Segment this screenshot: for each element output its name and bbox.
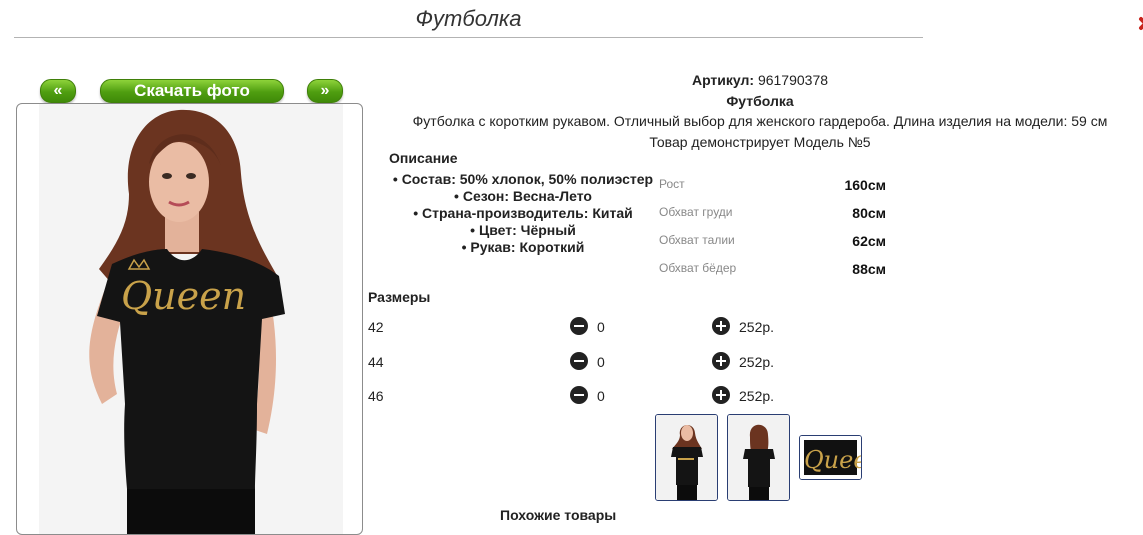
measurement-row: Рост 160см [659, 177, 889, 205]
measurement-label: Обхват талии [659, 233, 735, 247]
next-photo-button[interactable]: » [307, 79, 343, 103]
description-item: Сезон: Весна-Лето [389, 188, 657, 205]
sizes-heading: Размеры [368, 289, 431, 305]
measurement-value: 160см [844, 177, 886, 193]
model-line: Товар демонстрирует Модель №5 [649, 134, 871, 150]
thumbnail-front-image [656, 415, 717, 500]
measurement-value: 80см [852, 205, 886, 221]
model-measurements: Рост 160см Обхват груди 80см Обхват тали… [659, 177, 889, 289]
size-label: 46 [368, 388, 384, 404]
description-item: Цвет: Чёрный [389, 222, 657, 239]
thumbnail-back-image [728, 415, 789, 500]
size-label: 42 [368, 319, 384, 335]
thumbnail-front[interactable] [655, 414, 718, 501]
measurement-label: Обхват бёдер [659, 261, 737, 275]
shirt-print-text: Queen [121, 274, 246, 318]
title-divider [14, 37, 923, 38]
thumbnail-print-closeup[interactable]: Quee [799, 435, 862, 480]
increase-quantity-button[interactable] [712, 317, 730, 335]
article-line: Артикул: 961790378 [380, 72, 1140, 88]
size-row-42: 42 0 252р. [368, 317, 788, 341]
article-label: Артикул: [691, 72, 755, 88]
size-label: 44 [368, 354, 384, 370]
page-title: Футболка [415, 6, 522, 31]
download-photo-button[interactable]: Скачать фото [100, 79, 284, 103]
price-value: 252р. [739, 354, 775, 370]
article-value: 961790378 [757, 72, 829, 88]
quantity-value: 0 [597, 319, 605, 335]
measurement-value: 62см [852, 233, 886, 249]
product-name: Футболка [726, 93, 794, 109]
quantity-value: 0 [597, 354, 605, 370]
similar-products-heading: Похожие товары [500, 507, 617, 523]
measurement-value: 88см [852, 261, 886, 277]
description-item: Состав: 50% хлопок, 50% полиэстер [389, 171, 657, 188]
model-photo-illustration: Queen [39, 104, 343, 534]
measurement-row: Обхват груди 80см [659, 205, 889, 233]
price-value: 252р. [739, 319, 775, 335]
increase-quantity-button[interactable] [712, 386, 730, 404]
size-row-46: 46 0 252р. [368, 386, 788, 410]
decrease-quantity-button[interactable] [570, 386, 588, 404]
description-item: Страна-производитель: Китай [389, 205, 657, 222]
measurement-label: Обхват груди [659, 205, 733, 219]
decrease-quantity-button[interactable] [570, 352, 588, 370]
measurement-label: Рост [659, 177, 685, 191]
thumbnail-closeup-text: Quee [804, 446, 861, 474]
thumbnail-closeup-image: Quee [800, 436, 861, 479]
size-row-44: 44 0 252р. [368, 352, 788, 376]
close-icon[interactable] [1136, 14, 1143, 38]
description-heading: Описание [389, 150, 458, 166]
measurement-row: Обхват талии 62см [659, 233, 889, 261]
product-description: Футболка с коротким рукавом. Отличный вы… [412, 113, 1108, 129]
price-value: 252р. [739, 388, 775, 404]
decrease-quantity-button[interactable] [570, 317, 588, 335]
description-list: Состав: 50% хлопок, 50% полиэстер Сезон:… [389, 171, 657, 256]
measurement-row: Обхват бёдер 88см [659, 261, 889, 289]
thumbnail-back[interactable] [727, 414, 790, 501]
increase-quantity-button[interactable] [712, 352, 730, 370]
main-product-photo[interactable]: Queen [16, 103, 363, 535]
quantity-value: 0 [597, 388, 605, 404]
prev-photo-button[interactable]: « [40, 79, 76, 103]
description-item: Рукав: Короткий [389, 239, 657, 256]
